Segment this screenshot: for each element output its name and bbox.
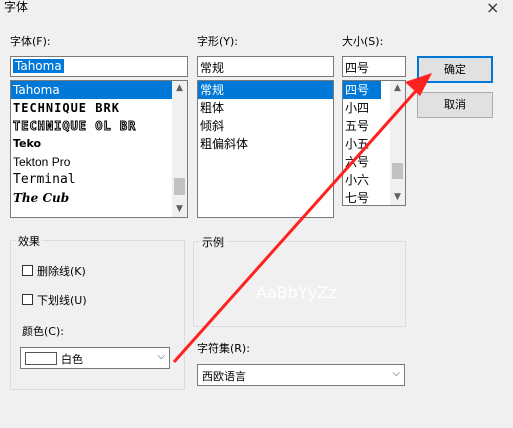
style-value: 常规 xyxy=(200,61,225,75)
underline-label[interactable]: 下划线(U) xyxy=(37,292,87,308)
style-input[interactable]: 常规 xyxy=(197,56,334,77)
style-item-bold-italic[interactable]: 粗偏斜体 xyxy=(198,135,333,153)
cancel-button[interactable]: 取消 xyxy=(417,92,493,118)
style-item-regular[interactable]: 常规 xyxy=(198,81,333,99)
scroll-up-icon[interactable]: ▲ xyxy=(390,81,405,96)
chevron-down-icon[interactable]: ⌵ xyxy=(392,368,400,379)
font-list-scrollbar[interactable]: ▲ ▼ xyxy=(172,81,187,217)
style-item-bold[interactable]: 粗体 xyxy=(198,99,333,117)
size-list-scrollbar[interactable]: ▲ ▼ xyxy=(390,81,405,205)
ok-button[interactable]: 确定 xyxy=(417,56,493,83)
style-label: 字形(Y): xyxy=(197,35,239,48)
strikeout-checkbox[interactable] xyxy=(22,265,33,276)
size-value: 四号 xyxy=(345,61,370,75)
color-select[interactable]: 白色 ⌵ xyxy=(20,347,170,369)
font-item-terminal[interactable]: Terminal xyxy=(11,171,187,189)
script-select[interactable]: 西欧语言 ⌵ xyxy=(197,364,405,386)
scroll-up-icon[interactable]: ▲ xyxy=(172,81,187,96)
strikeout-label[interactable]: 删除线(K) xyxy=(37,263,86,279)
script-select-value: 西欧语言 xyxy=(202,370,246,383)
close-icon[interactable]: × xyxy=(486,0,499,17)
script-label: 字符集(R): xyxy=(197,342,250,355)
color-label: 颜色(C): xyxy=(22,325,64,338)
size-label: 大小(S): xyxy=(342,35,384,48)
color-select-value: 白色 xyxy=(61,353,83,366)
underline-checkbox[interactable] xyxy=(22,294,33,305)
size-item-sihao[interactable]: 四号 xyxy=(343,81,381,99)
sample-preview-text: AaBbYyZz xyxy=(256,283,337,302)
font-label: 字体(F): xyxy=(10,35,51,48)
effects-label: 效果 xyxy=(16,233,42,249)
window-title: 字体 xyxy=(4,0,29,14)
color-swatch xyxy=(25,352,57,365)
style-list[interactable]: 常规 粗体 倾斜 粗偏斜体 xyxy=(197,80,334,218)
size-list-scroll-thumb[interactable] xyxy=(392,163,403,179)
font-item-teko[interactable]: Teko xyxy=(11,135,187,153)
sample-label: 示例 xyxy=(200,234,226,250)
font-item-the-cub[interactable]: The Cub xyxy=(11,189,187,207)
font-item-technique-brk[interactable]: TECHNIQUE BRK xyxy=(11,99,187,117)
font-item-tekton-pro[interactable]: Tekton Pro xyxy=(11,153,187,171)
scroll-down-icon[interactable]: ▼ xyxy=(390,190,405,205)
font-list[interactable]: Tahoma TECHNIQUE BRK TECHNIQUE OL BR Tek… xyxy=(10,80,188,218)
font-list-scroll-thumb[interactable] xyxy=(174,178,185,195)
font-item-tahoma[interactable]: Tahoma xyxy=(11,81,187,99)
font-name-value: Tahoma xyxy=(13,59,64,73)
scroll-down-icon[interactable]: ▼ xyxy=(172,202,187,217)
size-list[interactable]: 四号 小四 五号 小五 六号 小六 七号 ▲ ▼ xyxy=(342,80,406,206)
font-item-technique-ol-brk[interactable]: TECHNIQUE OL BR xyxy=(11,117,187,135)
font-name-input[interactable]: Tahoma xyxy=(10,56,188,77)
size-input[interactable]: 四号 xyxy=(342,56,406,77)
style-item-italic[interactable]: 倾斜 xyxy=(198,117,333,135)
chevron-down-icon[interactable]: ⌵ xyxy=(157,351,165,362)
